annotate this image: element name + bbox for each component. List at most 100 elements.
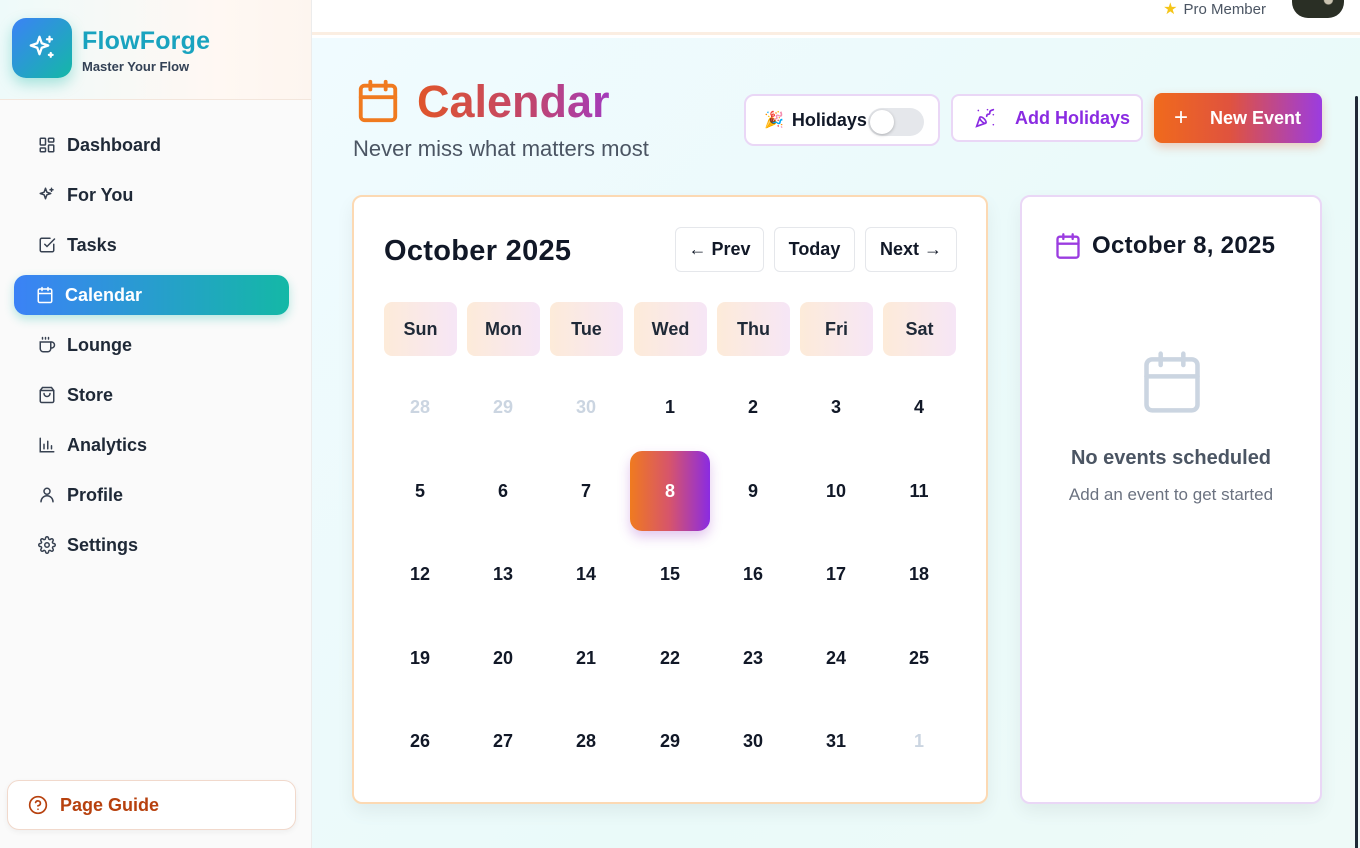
page-title: Calendar	[417, 76, 610, 127]
avatar[interactable]	[1292, 0, 1344, 18]
calendar-icon	[1054, 232, 1082, 265]
star-icon: ★	[1163, 1, 1178, 18]
calendar-day-selected[interactable]: 8	[630, 451, 710, 531]
weekday-header: Sat	[883, 302, 956, 356]
calendar-day[interactable]: 17	[796, 534, 876, 614]
gear-icon	[38, 536, 56, 554]
calendar-day[interactable]: 21	[546, 618, 626, 698]
sidebar-item-store[interactable]: Store	[14, 375, 289, 415]
calendar-day[interactable]: 31	[796, 701, 876, 781]
calendar-day[interactable]: 30	[713, 701, 793, 781]
calendar-day[interactable]: 14	[546, 534, 626, 614]
membership-label: Pro Member	[1183, 0, 1266, 18]
coffee-icon	[38, 336, 56, 354]
bar-chart-icon	[38, 436, 56, 454]
toggle-knob	[870, 110, 894, 134]
empty-state-subtitle: Add an event to get started	[1068, 485, 1274, 504]
calendar-day[interactable]: 19	[380, 618, 460, 698]
calendar-icon	[36, 286, 54, 304]
calendar-day[interactable]: 23	[713, 618, 793, 698]
add-holidays-label: Add Holidays	[1015, 107, 1131, 128]
brand-tagline: Master Your Flow	[82, 59, 190, 74]
weekday-header: Mon	[467, 302, 540, 356]
weekday-header: Tue	[550, 302, 623, 356]
calendar-day[interactable]: 25	[879, 618, 959, 698]
calendar-day[interactable]: 1	[879, 701, 959, 781]
scrollbar[interactable]	[1355, 96, 1358, 848]
sidebar-item-lounge[interactable]: Lounge	[14, 325, 289, 365]
calendar-empty-icon	[1138, 345, 1206, 424]
sidebar-item-for-you[interactable]: For You	[14, 175, 289, 215]
selected-date-title: October 8, 2025	[1092, 232, 1276, 259]
day-details-panel: October 8, 2025 No events scheduled Add …	[1020, 195, 1322, 804]
calendar-day[interactable]: 27	[463, 701, 543, 781]
sidebar-item-label: Profile	[67, 484, 124, 505]
holidays-label: Holidays	[791, 109, 867, 130]
calendar-day[interactable]: 29	[630, 701, 710, 781]
calendar-day[interactable]: 20	[463, 618, 543, 698]
party-popper-icon: 🎉	[764, 112, 784, 129]
sidebar: FlowForge Master Your Flow Dashboard For…	[0, 0, 312, 848]
page-subtitle: Never miss what matters most	[353, 136, 649, 161]
calendar-day[interactable]: 24	[796, 618, 876, 698]
calendar-day[interactable]: 18	[879, 534, 959, 614]
sidebar-nav: Dashboard For You Tasks Calendar Lounge …	[14, 125, 289, 575]
grid-icon	[38, 136, 56, 154]
sidebar-item-label: Tasks	[67, 234, 117, 255]
weekday-header: Wed	[634, 302, 707, 356]
calendar-day[interactable]: 22	[630, 618, 710, 698]
calendar-day[interactable]: 3	[796, 367, 876, 447]
next-month-button[interactable]: Next →	[865, 227, 957, 272]
party-popper-icon	[975, 108, 995, 128]
brand-name: FlowForge	[82, 27, 211, 55]
sparkle-icon[interactable]	[12, 18, 72, 78]
calendar-day[interactable]: 26	[380, 701, 460, 781]
sidebar-item-analytics[interactable]: Analytics	[14, 425, 289, 465]
user-icon	[38, 486, 56, 504]
today-button[interactable]: Today	[774, 227, 855, 272]
calendar-day[interactable]: 7	[546, 451, 626, 531]
sidebar-item-label: For You	[67, 184, 134, 205]
prev-month-button[interactable]: ← Prev	[675, 227, 764, 272]
calendar-day[interactable]: 9	[713, 451, 793, 531]
calendar-day[interactable]: 13	[463, 534, 543, 614]
sidebar-item-profile[interactable]: Profile	[14, 475, 289, 515]
shopping-bag-icon	[38, 386, 56, 404]
calendar-day[interactable]: 6	[463, 451, 543, 531]
empty-state-title: No events scheduled	[1070, 447, 1272, 469]
sparkle-icon	[38, 186, 56, 204]
page-guide-label: Page Guide	[60, 794, 160, 815]
add-holidays-button[interactable]: Add Holidays	[951, 94, 1143, 142]
calendar-day[interactable]: 4	[879, 367, 959, 447]
calendar-day[interactable]: 28	[380, 367, 460, 447]
sidebar-item-label: Store	[67, 384, 114, 405]
calendar-day[interactable]: 28	[546, 701, 626, 781]
calendar-day[interactable]: 12	[380, 534, 460, 614]
calendar-day[interactable]: 15	[630, 534, 710, 614]
calendar-day[interactable]: 16	[713, 534, 793, 614]
holidays-toggle-button[interactable]: 🎉 Holidays	[744, 94, 940, 146]
new-event-button[interactable]: + New Event	[1154, 93, 1322, 143]
plus-icon: +	[1174, 104, 1189, 131]
month-title: October 2025	[384, 235, 572, 267]
calendar-day[interactable]: 5	[380, 451, 460, 531]
sidebar-item-label: Lounge	[67, 334, 132, 355]
calendar-day[interactable]: 10	[796, 451, 876, 531]
page-guide-button[interactable]: Page Guide	[7, 780, 296, 830]
sidebar-item-label: Settings	[67, 534, 139, 555]
calendar-day[interactable]: 29	[463, 367, 543, 447]
weekday-header: Sun	[384, 302, 457, 356]
calendar-day[interactable]: 30	[546, 367, 626, 447]
sidebar-item-settings[interactable]: Settings	[14, 525, 289, 565]
new-event-label: New Event	[1210, 107, 1302, 128]
help-circle-icon	[28, 795, 48, 815]
holidays-toggle[interactable]	[868, 108, 924, 136]
calendar-day[interactable]: 11	[879, 451, 959, 531]
calendar-day[interactable]: 1	[630, 367, 710, 447]
sidebar-item-label: Dashboard	[67, 134, 162, 155]
calendar-icon	[355, 78, 401, 129]
sidebar-item-calendar[interactable]: Calendar	[14, 275, 289, 315]
sidebar-item-dashboard[interactable]: Dashboard	[14, 125, 289, 165]
sidebar-item-tasks[interactable]: Tasks	[14, 225, 289, 265]
calendar-day[interactable]: 2	[713, 367, 793, 447]
